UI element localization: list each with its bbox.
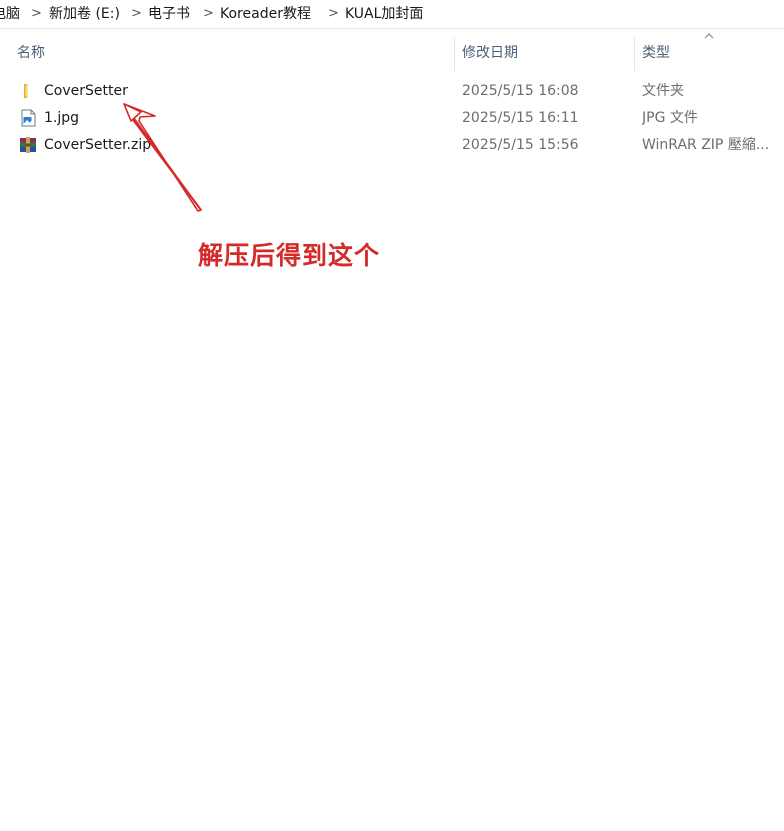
column-header-date-modified[interactable]: 修改日期 — [462, 37, 518, 69]
breadcrumb-separator-icon[interactable]: > — [203, 0, 214, 28]
folder-icon — [24, 84, 28, 98]
breadcrumb-separator-icon[interactable]: > — [131, 0, 142, 28]
breadcrumb-item-koreader-tutorial[interactable]: Koreader教程 — [220, 0, 311, 28]
file-row-1-jpg[interactable]: 1.jpg 2025/5/15 16:11 JPG 文件 — [0, 105, 784, 132]
file-date-modified: 2025/5/15 16:08 — [462, 83, 579, 99]
file-row-coversetter-zip[interactable]: CoverSetter.zip 2025/5/15 15:56 WinRAR Z… — [0, 132, 784, 159]
column-header-type[interactable]: 类型 — [642, 37, 670, 69]
file-row-coversetter-folder[interactable]: CoverSetter 2025/5/15 16:08 文件夹 — [0, 78, 784, 105]
column-resize-handle[interactable] — [454, 37, 455, 71]
file-type: 文件夹 — [642, 83, 684, 99]
breadcrumb-separator-icon[interactable]: > — [328, 0, 339, 28]
image-file-icon — [21, 109, 36, 127]
column-resize-handle[interactable] — [634, 37, 635, 71]
file-name[interactable]: CoverSetter — [44, 78, 128, 105]
file-name[interactable]: 1.jpg — [44, 105, 79, 132]
breadcrumb-item-this-pc[interactable]: 电脑 — [0, 0, 20, 28]
chevron-up-icon — [704, 33, 714, 39]
breadcrumb-item-drive-e[interactable]: 新加卷 (E:) — [49, 0, 120, 28]
breadcrumb-separator-icon[interactable]: > — [31, 0, 42, 28]
breadcrumb: 电脑 > 新加卷 (E:) > 电子书 > Koreader教程 > KUAL加… — [0, 0, 784, 29]
file-type: WinRAR ZIP 壓縮... — [642, 137, 770, 153]
file-date-modified: 2025/5/15 16:11 — [462, 110, 579, 126]
winrar-archive-icon — [20, 137, 36, 153]
annotation-label: 解压后得到这个 — [198, 241, 381, 270]
breadcrumb-item-kual-cover[interactable]: KUAL加封面 — [345, 0, 423, 28]
file-type: JPG 文件 — [642, 110, 698, 126]
file-date-modified: 2025/5/15 15:56 — [462, 137, 579, 153]
breadcrumb-item-ebooks[interactable]: 电子书 — [148, 0, 190, 28]
column-header-name[interactable]: 名称 — [17, 37, 45, 69]
file-name[interactable]: CoverSetter.zip — [44, 132, 151, 159]
